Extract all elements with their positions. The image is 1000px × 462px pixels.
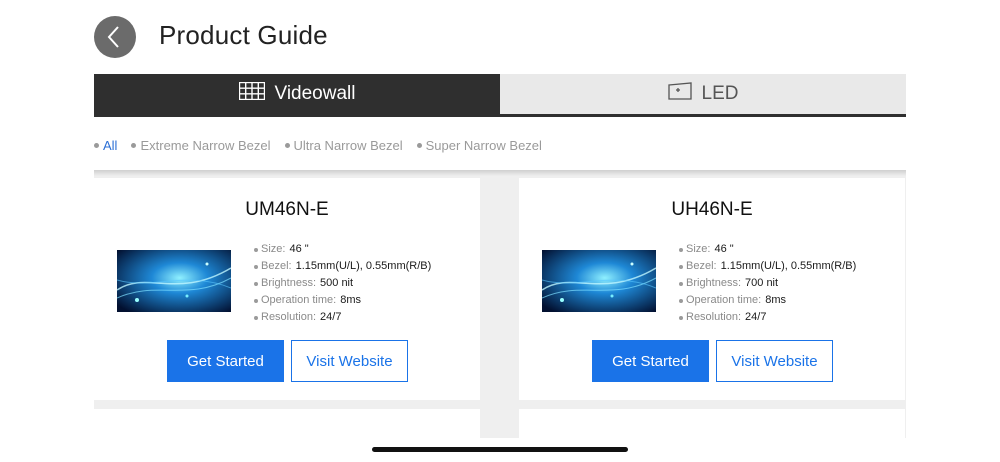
- spec-item: Bezel: 1.15mm(U/L), 0.55mm(R/B): [254, 258, 431, 275]
- product-card: UH46N-E Size: 46 " Bezel: 1.15mm(U/L), 0.5…: [519, 178, 905, 400]
- bullet-icon: [254, 298, 258, 303]
- get-started-button[interactable]: Get Started: [592, 340, 709, 382]
- spec-list: Size: 46 " Bezel: 1.15mm(U/L), 0.55mm(R/B)…: [254, 241, 431, 326]
- tab-bar: Videowall LED: [94, 74, 906, 117]
- spec-item: Bezel: 1.15mm(U/L), 0.55mm(R/B): [679, 258, 856, 275]
- spec-list: Size: 46 " Bezel: 1.15mm(U/L), 0.55mm(R/B)…: [679, 241, 856, 326]
- product-title: UH46N-E: [671, 199, 753, 220]
- spec-item: Size: 46 ": [679, 241, 856, 258]
- bullet-icon: [679, 298, 683, 303]
- product-card: UM46N-E Size: 46 " Bezel: 1.15mm(U/L), 0.5…: [94, 178, 480, 400]
- filter-label: Ultra Narrow Bezel: [293, 137, 403, 153]
- bullet-icon: [131, 142, 137, 148]
- filter-label: Super Narrow Bezel: [425, 137, 542, 153]
- spec-item: Size: 46 ": [254, 241, 431, 258]
- product-card-partial[interactable]: [94, 409, 480, 439]
- filter-extreme-narrow-bezel[interactable]: Extreme Narrow Bezel: [131, 137, 271, 153]
- bullet-icon: [679, 264, 683, 269]
- bullet-icon: [679, 281, 683, 286]
- product-card-partial[interactable]: [519, 409, 905, 439]
- filter-super-narrow-bezel[interactable]: Super Narrow Bezel: [416, 137, 542, 153]
- filter-label: Extreme Narrow Bezel: [140, 137, 271, 153]
- bullet-icon: [254, 315, 258, 320]
- spec-item: Operation time: 8ms: [679, 292, 856, 309]
- bullet-icon: [254, 281, 258, 286]
- tab-underline: [94, 114, 906, 117]
- tab-led-label: LED: [701, 83, 739, 104]
- chevron-left-icon: [107, 26, 119, 48]
- product-image: [542, 250, 656, 312]
- home-indicator[interactable]: [372, 447, 628, 452]
- tab-videowall-label: Videowall: [274, 83, 356, 104]
- spec-item: Operation time: 8ms: [254, 292, 431, 309]
- tab-led[interactable]: LED: [500, 74, 906, 114]
- visit-website-button[interactable]: Visit Website: [716, 340, 833, 382]
- bullet-icon: [284, 142, 290, 148]
- tab-videowall[interactable]: Videowall: [94, 74, 500, 114]
- bullet-icon: [679, 315, 683, 320]
- bullet-icon: [94, 142, 99, 148]
- bullet-icon: [254, 247, 258, 252]
- bullet-icon: [416, 142, 422, 148]
- spec-item: Brightness: 700 nit: [679, 275, 856, 292]
- spec-item: Resolution: 24/7: [679, 309, 856, 326]
- page-title: Product Guide: [159, 20, 328, 50]
- spec-item: Brightness: 500 nit: [254, 275, 431, 292]
- spec-item: Resolution: 24/7: [254, 309, 431, 326]
- filter-ultra-narrow-bezel[interactable]: Ultra Narrow Bezel: [284, 137, 403, 153]
- filter-label: All: [103, 137, 118, 153]
- bullet-icon: [679, 247, 683, 252]
- filter-bar: All Extreme Narrow Bezel Ultra Narrow Be…: [94, 135, 556, 155]
- led-screen-icon: [667, 82, 692, 106]
- product-title: UM46N-E: [245, 199, 329, 220]
- back-button[interactable]: [94, 16, 136, 58]
- divider: [94, 170, 906, 176]
- get-started-button[interactable]: Get Started: [167, 340, 284, 382]
- filter-all[interactable]: All: [94, 138, 117, 153]
- header: Product Guide: [0, 0, 1000, 74]
- bullet-icon: [254, 264, 258, 269]
- product-image: [117, 250, 231, 312]
- visit-website-button[interactable]: Visit Website: [291, 340, 408, 382]
- grid-icon: [238, 81, 265, 106]
